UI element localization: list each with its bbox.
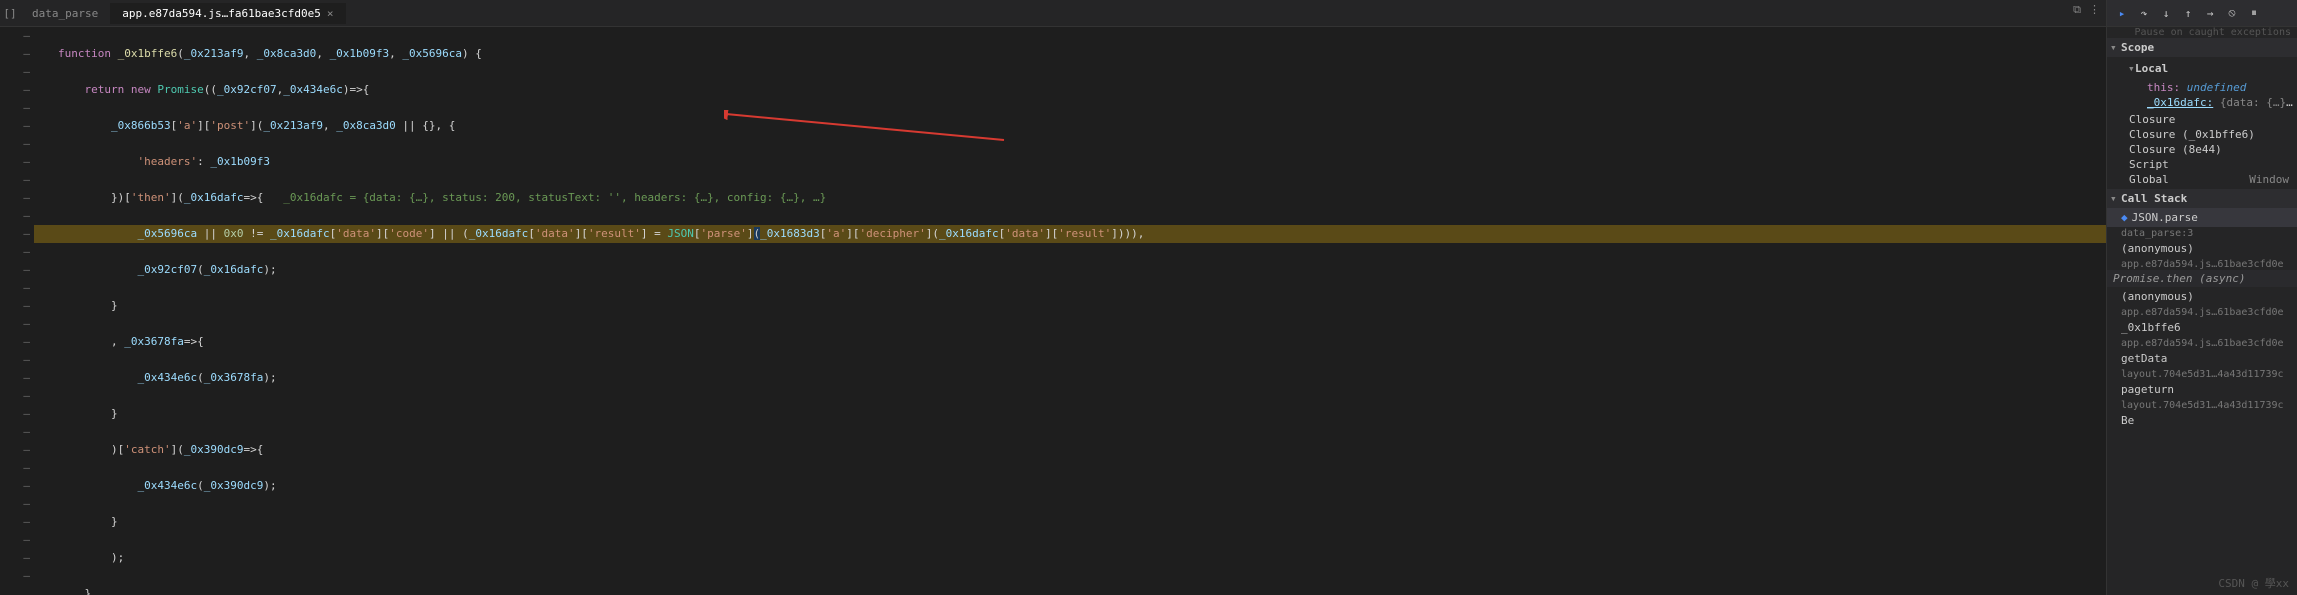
- stack-frame-location: layout.704e5d31…4a43d11739c: [2107, 400, 2297, 411]
- tab-data-parse[interactable]: data_parse: [20, 3, 110, 24]
- editor-header-actions: ⧉ ⋮: [2073, 3, 2100, 17]
- editor-tabs: [] data_parse app.e87da594.js…fa61bae3cf…: [0, 0, 2106, 27]
- deactivate-bp-icon[interactable]: ⦸: [2223, 4, 2241, 22]
- code-editor: [] data_parse app.e87da594.js…fa61bae3cf…: [0, 0, 2106, 595]
- more-icon[interactable]: ⋮: [2089, 3, 2100, 17]
- code-lines[interactable]: function _0x1bffe6(_0x213af9, _0x8ca3d0,…: [34, 27, 2106, 595]
- stack-frame[interactable]: getData: [2107, 349, 2297, 368]
- stack-frame[interactable]: _0x1bffe6: [2107, 318, 2297, 337]
- debugger-sidebar: ▸ ↷ ↓ ↑ → ⦸ ⏸ Pause on caught exceptions…: [2106, 0, 2297, 595]
- global-scope[interactable]: GlobalWindow: [2125, 172, 2297, 187]
- step-out-icon[interactable]: ↑: [2179, 4, 2197, 22]
- stack-frame[interactable]: Be: [2107, 411, 2297, 430]
- scope-var[interactable]: _0x16dafc: {data: {…}, sta: [2143, 95, 2297, 110]
- call-stack-list: ◆JSON.parsedata_parse:3(anonymous)app.e8…: [2107, 208, 2297, 430]
- stack-frame-location: app.e87da594.js…61bae3cfd0e: [2107, 338, 2297, 349]
- stack-frame[interactable]: ◆JSON.parse: [2107, 208, 2297, 227]
- stack-frame[interactable]: (anonymous): [2107, 239, 2297, 258]
- stack-frame[interactable]: pageturn: [2107, 380, 2297, 399]
- stack-frame-location: data_parse:3: [2107, 228, 2297, 239]
- pause-exception-icon[interactable]: ⏸: [2245, 4, 2263, 22]
- step-over-icon[interactable]: ↷: [2135, 4, 2153, 22]
- local-scope-header[interactable]: Local: [2125, 59, 2297, 78]
- tab-label: app.e87da594.js…fa61bae3cfd0e5: [122, 7, 321, 20]
- debugger-toolbar: ▸ ↷ ↓ ↑ → ⦸ ⏸: [2107, 0, 2297, 27]
- breakpoint-column[interactable]: [0, 27, 10, 595]
- step-into-icon[interactable]: ↓: [2157, 4, 2175, 22]
- stack-async-header: Promise.then (async): [2107, 270, 2297, 287]
- callstack-header[interactable]: Call Stack: [2107, 189, 2297, 208]
- stack-frame-location: app.e87da594.js…61bae3cfd0e: [2107, 307, 2297, 318]
- code-area[interactable]: —————————— —————————— —————————— — funct…: [0, 27, 2106, 595]
- line-gutter: —————————— —————————— —————————— —: [10, 27, 34, 595]
- closure-scope-2[interactable]: Closure (_0x1bffe6): [2125, 127, 2297, 142]
- highlighted-line: _0x5696ca || 0x0 != _0x16dafc['data']['c…: [34, 225, 2106, 243]
- pause-caught-label[interactable]: Pause on caught exceptions: [2107, 27, 2297, 38]
- scope-this[interactable]: this: undefined: [2143, 80, 2297, 95]
- close-icon[interactable]: ×: [327, 7, 334, 20]
- resume-icon[interactable]: ▸: [2113, 4, 2131, 22]
- closure-scope-3[interactable]: Closure (8e44): [2125, 142, 2297, 157]
- script-scope[interactable]: Script: [2125, 157, 2297, 172]
- watermark: CSDN @ 學xx: [2218, 575, 2289, 591]
- new-window-icon[interactable]: ⧉: [2073, 3, 2081, 17]
- stack-frame[interactable]: (anonymous): [2107, 287, 2297, 306]
- pretty-print-icon[interactable]: []: [0, 7, 20, 20]
- tab-label: data_parse: [32, 7, 98, 20]
- stack-frame-location: app.e87da594.js…61bae3cfd0e: [2107, 259, 2297, 270]
- step-icon[interactable]: →: [2201, 4, 2219, 22]
- closure-scope[interactable]: Closure: [2125, 112, 2297, 127]
- tab-app-js[interactable]: app.e87da594.js…fa61bae3cfd0e5 ×: [110, 3, 345, 24]
- scope-header[interactable]: Scope: [2107, 38, 2297, 57]
- stack-frame-location: layout.704e5d31…4a43d11739c: [2107, 369, 2297, 380]
